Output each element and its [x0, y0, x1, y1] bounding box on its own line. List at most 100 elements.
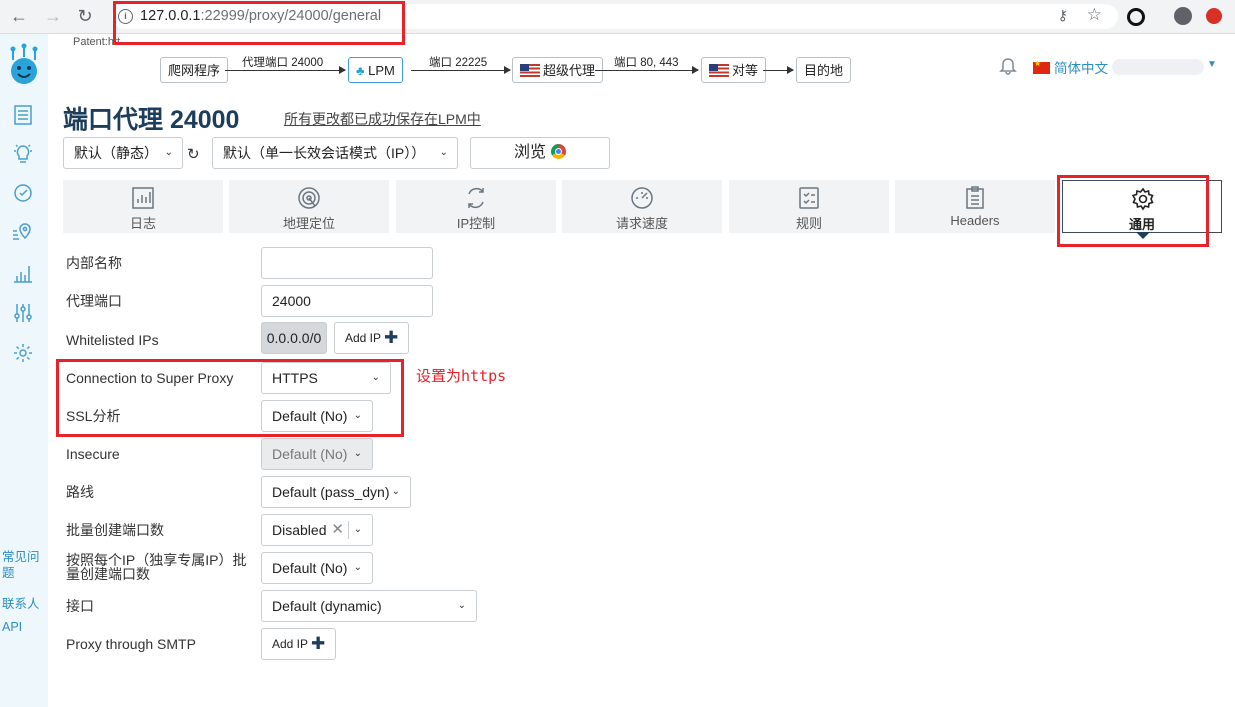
rules-list-icon [796, 185, 822, 211]
browse-button[interactable]: 浏览 [470, 137, 610, 169]
target-icon [296, 185, 322, 211]
page-title: 端口代理 24000 [63, 106, 240, 134]
bookmark-star-icon[interactable]: ☆ [1087, 5, 1102, 25]
extension-ring-icon[interactable] [1127, 8, 1145, 26]
multiply-label: 批量创建端口数 [66, 522, 164, 538]
tab-logs[interactable]: 日志 [63, 180, 223, 233]
us-flag-icon [520, 64, 540, 77]
tab-general[interactable]: 通用 [1062, 180, 1222, 239]
left-sidebar: 常见问题 联系人 API [0, 34, 48, 707]
chevron-down-icon: ⌄ [371, 372, 380, 383]
chevron-down-icon: ⌄ [457, 600, 466, 611]
flow-label-port-1: 端口 22225 [429, 57, 488, 69]
tab-label: Headers [950, 213, 1000, 228]
chrome-icon [551, 144, 566, 159]
smtp-add-ip-button[interactable]: Add IP ✚ [261, 628, 337, 660]
connection-label: Connection to Super Proxy [66, 370, 234, 386]
multiply-select[interactable]: Disabled ✕ ⌄ [261, 514, 373, 546]
ssl-analysis-label: SSL分析 [66, 408, 121, 424]
flow-arrow [763, 66, 794, 74]
chevron-down-icon: ⌄ [439, 147, 448, 158]
china-flag-icon [1033, 59, 1050, 74]
preset-select[interactable]: 默认（静态） ⌄ [63, 137, 183, 169]
tab-label: 地理定位 [282, 216, 335, 231]
whitelisted-ip-chip[interactable]: 0.0.0.0/0 [261, 322, 327, 354]
tab-request-speed[interactable]: 请求速度 [562, 180, 722, 233]
interface-select[interactable]: Default (dynamic) ⌄ [261, 590, 477, 622]
tab-rules[interactable]: 规则 [729, 180, 889, 233]
profile-icon[interactable] [1174, 7, 1192, 25]
flow-label-port-2: 端口 80, 443 [614, 57, 679, 69]
sidebar-link-api[interactable]: API [2, 619, 48, 635]
internal-name-label: 内部名称 [66, 255, 122, 271]
ssl-analysis-select[interactable]: Default (No) ⌄ [261, 400, 373, 432]
forward-icon[interactable]: → [41, 5, 65, 27]
proxy-port-label: 代理端口 [66, 293, 122, 309]
flow-label-proxy-port: 代理端口 24000 [242, 57, 324, 69]
tab-label: 日志 [129, 216, 156, 231]
interface-label: 接口 [66, 598, 94, 614]
address-bar[interactable]: i 127.0.0.1:22999/proxy/24000/general ⚷ … [112, 4, 1118, 29]
reload-icon[interactable]: ↻ [73, 5, 97, 27]
chevron-down-icon: ⌄ [353, 410, 362, 421]
tab-geolocation[interactable]: 地理定位 [229, 180, 389, 233]
insecure-label: Insecure [66, 446, 120, 462]
route-select[interactable]: Default (pass_dyn) ⌄ [261, 476, 411, 508]
site-info-icon[interactable]: i [118, 9, 133, 24]
chevron-down-icon: ⌄ [353, 448, 362, 459]
clear-icon[interactable]: ✕ [331, 515, 344, 545]
chevron-down-icon[interactable]: ▼ [1207, 59, 1217, 70]
refresh-icon[interactable]: ↻ [187, 145, 200, 163]
whitelist-add-ip-button[interactable]: Add IP ✚ [334, 322, 410, 354]
insecure-select: Default (No) ⌄ [261, 438, 373, 470]
plus-icon: ✚ [384, 328, 399, 347]
sliders-icon[interactable] [12, 302, 34, 324]
language-selector[interactable]: 简体中文 [1033, 57, 1108, 77]
saved-message-link[interactable]: 所有更改都已成功保存在LPM中 [284, 109, 481, 129]
chevron-down-icon: ⌄ [391, 486, 400, 497]
tab-label: 请求速度 [615, 216, 668, 231]
us-flag-icon [709, 64, 729, 77]
logo-icon[interactable] [9, 43, 39, 85]
chevron-down-icon: ⌄ [353, 562, 362, 573]
connection-select[interactable]: HTTPS ⌄ [261, 362, 391, 394]
flow-crawler: 爬网程序 [160, 57, 229, 83]
internal-name-input[interactable] [261, 247, 433, 279]
plus-icon: ✚ [311, 634, 326, 653]
key-icon[interactable]: ⚷ [1058, 7, 1068, 24]
document-icon [962, 185, 988, 211]
proxy-port-input[interactable]: 24000 [261, 285, 433, 317]
sidebar-link-faq[interactable]: 常见问题 [2, 549, 48, 581]
flow-arrow [411, 66, 511, 74]
flow-destination: 目的地 [796, 57, 852, 83]
user-account-redacted[interactable] [1112, 59, 1204, 75]
tab-headers[interactable]: Headers [895, 180, 1055, 233]
back-icon[interactable]: ← [7, 5, 31, 27]
url-text: 127.0.0.1:22999/proxy/24000/general [140, 8, 382, 24]
stats-icon[interactable] [12, 262, 34, 284]
tab-label: IP控制 [456, 216, 496, 231]
multiply-ip-select[interactable]: Default (No) ⌄ [261, 552, 373, 584]
flow-peer: 对等 [701, 57, 767, 83]
speed-icon[interactable] [12, 182, 34, 204]
flow-arrow [225, 66, 346, 74]
session-select[interactable]: 默认（单一长效会话模式（IP）） ⌄ [212, 137, 458, 169]
tab-label: 通用 [1128, 217, 1155, 232]
flow-super-proxy: 超级代理 [512, 57, 604, 83]
extension-update-icon[interactable] [1206, 8, 1222, 24]
chevron-down-icon: ⌄ [164, 147, 173, 158]
sidebar-link-contact[interactable]: 联系人 [2, 596, 48, 612]
route-label: 路线 [66, 484, 94, 500]
flow-lpm: ♣ LPM [348, 57, 403, 83]
settings-gear-icon[interactable] [12, 342, 34, 364]
location-icon[interactable] [12, 222, 34, 244]
annotation-note: 设置为https [416, 367, 507, 385]
lightbulb-icon[interactable] [12, 142, 34, 164]
tab-ip-control[interactable]: IP控制 [396, 180, 556, 233]
tab-label: 规则 [795, 216, 822, 231]
gear-icon [1130, 186, 1156, 212]
bell-icon[interactable] [998, 55, 1018, 75]
smtp-label: Proxy through SMTP [66, 636, 196, 652]
logs-icon[interactable] [12, 104, 34, 126]
gauge-icon [629, 185, 655, 211]
